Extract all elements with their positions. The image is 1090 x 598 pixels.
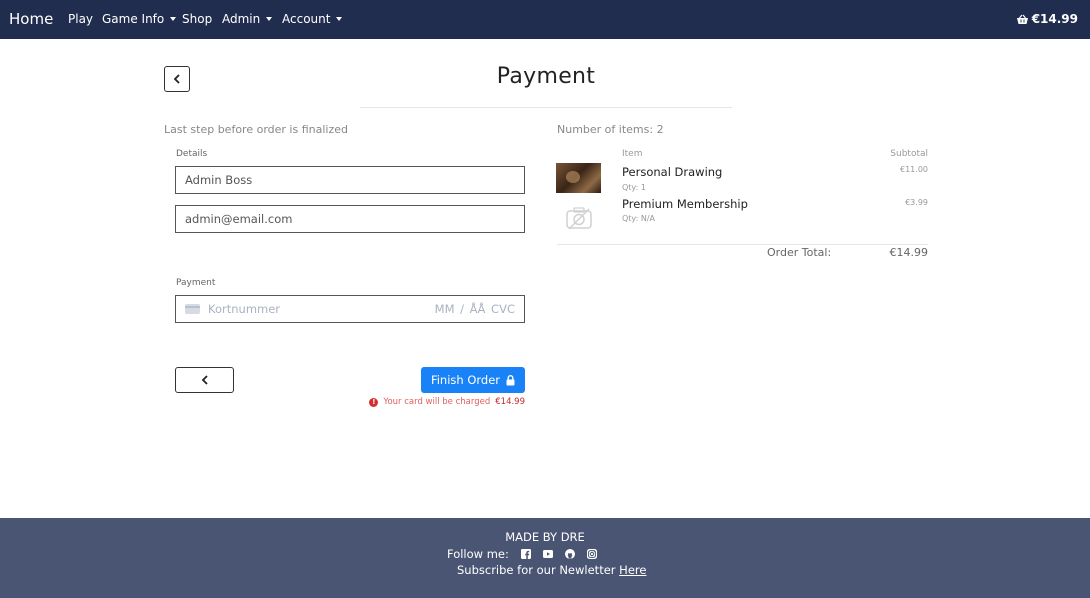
nav-item-shop[interactable]: Shop	[182, 12, 212, 26]
back-button-top[interactable]	[164, 66, 190, 92]
item-subtotal: €11.00	[900, 165, 928, 174]
page-title: Payment	[496, 64, 596, 89]
chevron-left-icon	[201, 375, 208, 385]
caret-down-icon	[336, 17, 343, 21]
basket-icon	[1016, 14, 1028, 24]
items-count: Number of items: 2	[557, 123, 664, 136]
site-footer: MADE BY DRE Follow me: Subscribe for our…	[0, 518, 1090, 598]
item-name: Premium Membership	[622, 197, 748, 211]
charge-notice: ! Your card will be charged €14.99	[369, 397, 525, 407]
email-field-value: admin@email.com	[185, 212, 293, 226]
footer-subscribe: Subscribe for our Newletter Here	[457, 563, 646, 577]
top-navbar: Home Play Game Info Shop Admin Account €…	[0, 0, 1090, 39]
exclamation-circle-icon: !	[369, 397, 379, 407]
caret-down-icon	[266, 17, 273, 21]
no-image-icon	[566, 207, 592, 230]
subscribe-text: Subscribe for our Newletter	[457, 563, 616, 577]
item-subtotal: €3.99	[905, 198, 928, 207]
subscribe-here-link[interactable]: Here	[619, 563, 646, 577]
nav-item-admin[interactable]: Admin	[222, 12, 273, 26]
chevron-left-icon	[173, 74, 180, 84]
payment-label: Payment	[176, 278, 216, 288]
nav-item-admin-label: Admin	[222, 12, 261, 26]
footer-follow: Follow me:	[447, 547, 597, 561]
title-divider	[360, 107, 732, 108]
card-expiry-cvc-placeholder: MM / ÅÅ CVC	[434, 302, 515, 316]
nav-item-account[interactable]: Account	[282, 12, 343, 26]
name-field-value: Admin Boss	[185, 173, 253, 187]
item-qty: Qty: N/A	[622, 214, 655, 223]
facebook-icon[interactable]	[520, 549, 531, 559]
email-field[interactable]: admin@email.com	[175, 205, 525, 233]
charge-notice-text: Your card will be charged	[383, 397, 491, 407]
item-name: Personal Drawing	[622, 165, 723, 179]
item-qty: Qty: 1	[622, 183, 646, 192]
order-total-label: Order Total:	[767, 246, 832, 259]
footer-credit: MADE BY DRE	[505, 530, 585, 544]
nav-item-account-label: Account	[282, 12, 331, 26]
nav-cart-link[interactable]: €14.99	[1016, 12, 1078, 26]
youtube-icon[interactable]	[542, 549, 553, 559]
follow-label: Follow me:	[447, 547, 509, 561]
card-input[interactable]: Kortnummer MM / ÅÅ CVC	[175, 295, 525, 323]
lock-icon	[506, 374, 515, 385]
finish-order-button[interactable]: Finish Order	[421, 367, 525, 393]
nav-item-shop-label: Shop	[182, 12, 213, 26]
credit-card-icon	[185, 304, 200, 314]
summary-divider	[557, 244, 928, 245]
nav-item-game-info-label: Game Info	[102, 12, 165, 26]
charge-notice-amount: €14.99	[495, 397, 525, 407]
order-total-value: €14.99	[889, 246, 929, 259]
column-header-item: Item	[622, 149, 643, 159]
details-label: Details	[176, 149, 208, 159]
item-thumbnail-drawing	[556, 163, 601, 193]
nav-item-play-label: Play	[68, 12, 94, 26]
back-button-bottom[interactable]	[175, 367, 234, 393]
name-field[interactable]: Admin Boss	[175, 166, 525, 194]
github-icon[interactable]	[564, 549, 575, 559]
instagram-icon[interactable]	[586, 549, 597, 559]
nav-home-link[interactable]: Home	[9, 10, 53, 28]
card-number-placeholder: Kortnummer	[208, 302, 281, 316]
cart-total: €14.99	[1031, 12, 1078, 26]
caret-down-icon	[170, 17, 177, 21]
finish-order-label: Finish Order	[430, 373, 501, 387]
checkout-subtitle: Last step before order is finalized	[164, 123, 348, 136]
column-header-subtotal: Subtotal	[890, 149, 928, 159]
nav-item-play[interactable]: Play	[68, 12, 93, 26]
nav-item-game-info[interactable]: Game Info	[102, 12, 177, 26]
